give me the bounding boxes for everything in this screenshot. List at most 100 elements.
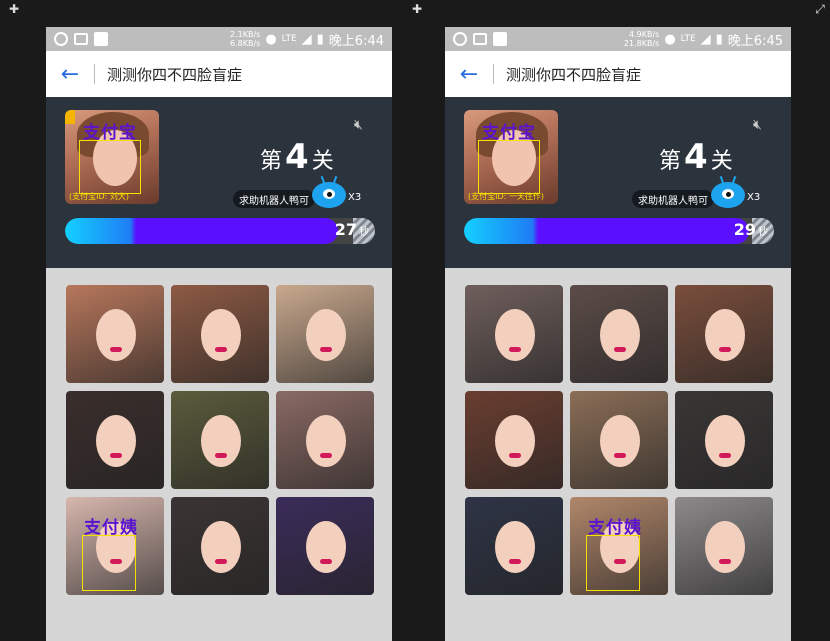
face-shape: [705, 415, 745, 467]
app-header: ← 测测你四不四脸盲症: [445, 51, 791, 97]
lips-shape: [614, 347, 626, 352]
status-bar: 4.9KB/s 21.8KB/s ● LTE ◢ ▮ 晚上6:45: [445, 27, 791, 51]
lips-shape: [215, 559, 227, 564]
target-face-image: 支付宝 (支付宝ID: 刘大): [65, 110, 159, 204]
face-detect-box: [79, 140, 141, 194]
face-shape: [96, 415, 136, 467]
mute-icon[interactable]: 🔇︎: [753, 117, 773, 135]
face-shape: [600, 309, 640, 361]
help-count: X3: [747, 192, 761, 203]
face-grid: 支付姨: [66, 285, 374, 595]
lips-shape: [614, 453, 626, 458]
face-shape: [306, 309, 346, 361]
robot-help-button[interactable]: 求助机器人鸭可: [233, 190, 315, 208]
back-arrow-icon[interactable]: ←: [445, 62, 493, 87]
face-option-tile[interactable]: [171, 391, 269, 489]
lips-shape: [719, 347, 731, 352]
lips-shape: [320, 559, 332, 564]
face-option-tile[interactable]: [570, 285, 668, 383]
face-shape: [96, 309, 136, 361]
status-bar: 2.1KB/s 6.8KB/s ● LTE ◢ ▮ 晚上6:44: [46, 27, 392, 51]
lips-shape: [509, 347, 521, 352]
signal-icon: ◢: [301, 31, 312, 47]
mute-icon[interactable]: 🔇︎: [354, 117, 374, 135]
face-option-tile[interactable]: [276, 285, 374, 383]
expand-icon[interactable]: ⤢: [814, 3, 826, 15]
robot-icon[interactable]: [312, 175, 346, 208]
back-arrow-icon[interactable]: ←: [46, 62, 94, 87]
face-shape: [201, 415, 241, 467]
location-icon: ●: [664, 31, 676, 47]
face-shape: [705, 309, 745, 361]
game-panel: 支付宝 (支付宝ID: 一天往作) 🔇︎ 第4 关 求助机器人鸭可 X3 29 秒: [445, 97, 791, 268]
timer-bar: 27 秒: [65, 218, 375, 244]
face-option-tile[interactable]: [570, 391, 668, 489]
face-option-tile[interactable]: [276, 391, 374, 489]
lips-shape: [110, 453, 122, 458]
lips-shape: [509, 559, 521, 564]
battery-icon: ▮: [715, 31, 723, 47]
face-option-tile[interactable]: [66, 285, 164, 383]
face-option-tile[interactable]: [675, 497, 773, 595]
face-shape: [306, 521, 346, 573]
face-option-tile[interactable]: 支付姨: [570, 497, 668, 595]
face-shape: [201, 309, 241, 361]
face-grid: 支付姨: [465, 285, 773, 595]
timer-seconds: 27 秒: [334, 220, 369, 239]
lips-shape: [719, 559, 731, 564]
watermark-caption: (支付宝ID: 刘大): [69, 192, 129, 201]
face-shape: [495, 309, 535, 361]
watermark-caption: (支付宝ID: 一天往作): [468, 192, 544, 201]
phone-screen: 4.9KB/s 21.8KB/s ● LTE ◢ ▮ 晚上6:45 ← 测测你四…: [445, 27, 791, 641]
lips-shape: [719, 453, 731, 458]
face-option-tile[interactable]: [276, 497, 374, 595]
face-option-tile[interactable]: [675, 285, 773, 383]
clock: 晚上6:45: [727, 33, 783, 49]
plus-icon[interactable]: ✚: [411, 3, 423, 15]
divider: [94, 64, 95, 84]
face-option-tile[interactable]: [171, 497, 269, 595]
signal-icon: ◢: [700, 31, 711, 47]
gallery-icon: [473, 33, 487, 45]
timer-fill: [65, 218, 338, 244]
face-option-tile[interactable]: 支付姨: [66, 497, 164, 595]
game-panel: 支付宝 (支付宝ID: 刘大) 🔇︎ 第4 关 求助机器人鸭可 X3 27 秒: [46, 97, 392, 268]
robot-icon[interactable]: [711, 175, 745, 208]
face-shape: [306, 415, 346, 467]
face-shape: [495, 415, 535, 467]
face-option-tile[interactable]: [171, 285, 269, 383]
robot-help-button[interactable]: 求助机器人鸭可: [632, 190, 714, 208]
network-speed: 4.9KB/s 21.8KB/s: [623, 30, 660, 48]
timer-fill: [464, 218, 750, 244]
clock: 晚上6:44: [328, 33, 384, 49]
location-icon: ●: [265, 31, 277, 47]
notification-icon: [493, 32, 507, 46]
target-face-image: 支付宝 (支付宝ID: 一天往作): [464, 110, 558, 204]
lips-shape: [215, 347, 227, 352]
lips-shape: [509, 453, 521, 458]
face-option-tile[interactable]: [465, 497, 563, 595]
lips-shape: [320, 453, 332, 458]
gallery-icon: [74, 33, 88, 45]
face-option-tile[interactable]: [465, 285, 563, 383]
network-speed: 2.1KB/s 6.8KB/s: [230, 30, 261, 48]
battery-icon: ▮: [316, 31, 324, 47]
phone-screen: 2.1KB/s 6.8KB/s ● LTE ◢ ▮ 晚上6:44 ← 测测你四不…: [46, 27, 392, 641]
notification-icon: [94, 32, 108, 46]
level-indicator: 第4 关: [260, 137, 334, 177]
face-detect-box: [586, 535, 640, 591]
divider: [493, 64, 494, 84]
timer-bar: 29 秒: [464, 218, 774, 244]
face-option-tile[interactable]: [66, 391, 164, 489]
lips-shape: [320, 347, 332, 352]
plus-icon[interactable]: ✚: [8, 3, 20, 15]
network-label: LTE: [680, 34, 696, 44]
page-title: 测测你四不四脸盲症: [107, 65, 243, 84]
help-count: X3: [348, 192, 362, 203]
lips-shape: [215, 453, 227, 458]
page-title: 测测你四不四脸盲症: [506, 65, 642, 84]
face-option-tile[interactable]: [675, 391, 773, 489]
face-shape: [705, 521, 745, 573]
face-option-tile[interactable]: [465, 391, 563, 489]
level-indicator: 第4 关: [659, 137, 733, 177]
